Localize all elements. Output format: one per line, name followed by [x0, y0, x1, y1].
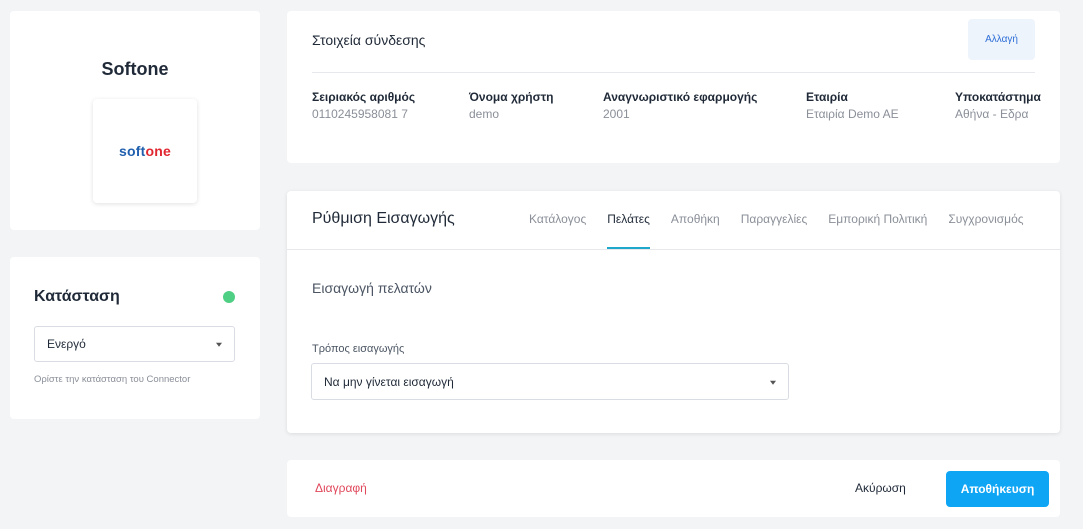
softone-logo-icon: softone: [119, 143, 171, 159]
brand-card: Softone softone: [10, 11, 260, 230]
username-field: Όνομα χρήστη demo: [469, 90, 554, 121]
field-label: Αναγνωριστικό εφαρμογής: [603, 90, 758, 104]
tab-orders[interactable]: Παραγγελίες: [741, 191, 808, 249]
import-settings-card: Ρύθμιση Εισαγωγής Κατάλογος Πελάτες Αποθ…: [287, 191, 1060, 433]
import-settings-title: Ρύθμιση Εισαγωγής: [312, 210, 455, 227]
status-select-value: Ενεργό: [47, 337, 86, 351]
tab-sync[interactable]: Συγχρονισμός: [948, 191, 1023, 249]
company-field: Εταιρία Εταιρία Demo AE: [806, 90, 899, 121]
import-mode-select[interactable]: Να μην γίνεται εισαγωγή: [311, 363, 789, 400]
field-value: demo: [469, 107, 500, 121]
cancel-button[interactable]: Ακύρωση: [855, 481, 906, 495]
branch-field: Υποκατάστημα Αθήνα - Εδρα: [955, 90, 1041, 121]
status-card: Κατάσταση Ενεργό Ορίστε την κατάσταση το…: [10, 257, 260, 419]
divider: [287, 249, 1060, 250]
field-value: 2001: [603, 107, 630, 121]
status-help-text: Ορίστε την κατάσταση του Connector: [34, 374, 191, 385]
import-mode-label: Τρόπος εισαγωγής: [312, 343, 405, 355]
status-title: Κατάσταση: [34, 288, 120, 305]
serial-number-field: Σειριακός αριθμός 0110245958081 7: [312, 90, 415, 121]
status-select[interactable]: Ενεργό: [34, 326, 235, 362]
field-value: Αθήνα - Εδρα: [955, 107, 1029, 121]
chevron-down-icon: [770, 380, 776, 385]
field-value: 0110245958081 7: [312, 107, 408, 121]
tab-commercial-policy[interactable]: Εμπορική Πολιτική: [828, 191, 927, 249]
field-label: Σειριακός αριθμός: [312, 90, 416, 104]
app-id-field: Αναγνωριστικό εφαρμογής 2001: [603, 90, 757, 121]
section-title: Εισαγωγή πελατών: [312, 280, 432, 296]
status-indicator-icon: [223, 291, 235, 303]
field-label: Εταιρία: [806, 90, 848, 104]
field-value: Εταιρία Demo AE: [806, 107, 899, 121]
divider: [312, 72, 1035, 73]
action-bar: Διαγραφή Ακύρωση Αποθήκευση: [287, 460, 1060, 517]
chevron-down-icon: [216, 342, 222, 347]
import-mode-value: Να μην γίνεται εισαγωγή: [324, 374, 454, 389]
delete-button[interactable]: Διαγραφή: [315, 481, 367, 495]
tab-catalog[interactable]: Κατάλογος: [529, 191, 586, 249]
field-label: Υποκατάστημα: [955, 90, 1041, 104]
brand-logo: softone: [93, 99, 197, 203]
save-button[interactable]: Αποθήκευση: [946, 471, 1049, 507]
connection-title: Στοιχεία σύνδεσης: [312, 32, 426, 48]
tab-warehouse[interactable]: Αποθήκη: [671, 191, 720, 249]
brand-name: Softone: [101, 59, 169, 79]
connection-card: Στοιχεία σύνδεσης Αλλαγή Σειριακός αριθμ…: [287, 11, 1060, 163]
field-label: Όνομα χρήστη: [469, 90, 554, 104]
tab-customers[interactable]: Πελάτες: [607, 191, 650, 249]
import-tabs: Κατάλογος Πελάτες Αποθήκη Παραγγελίες Εμ…: [529, 191, 1024, 249]
change-button[interactable]: Αλλαγή: [968, 19, 1035, 60]
